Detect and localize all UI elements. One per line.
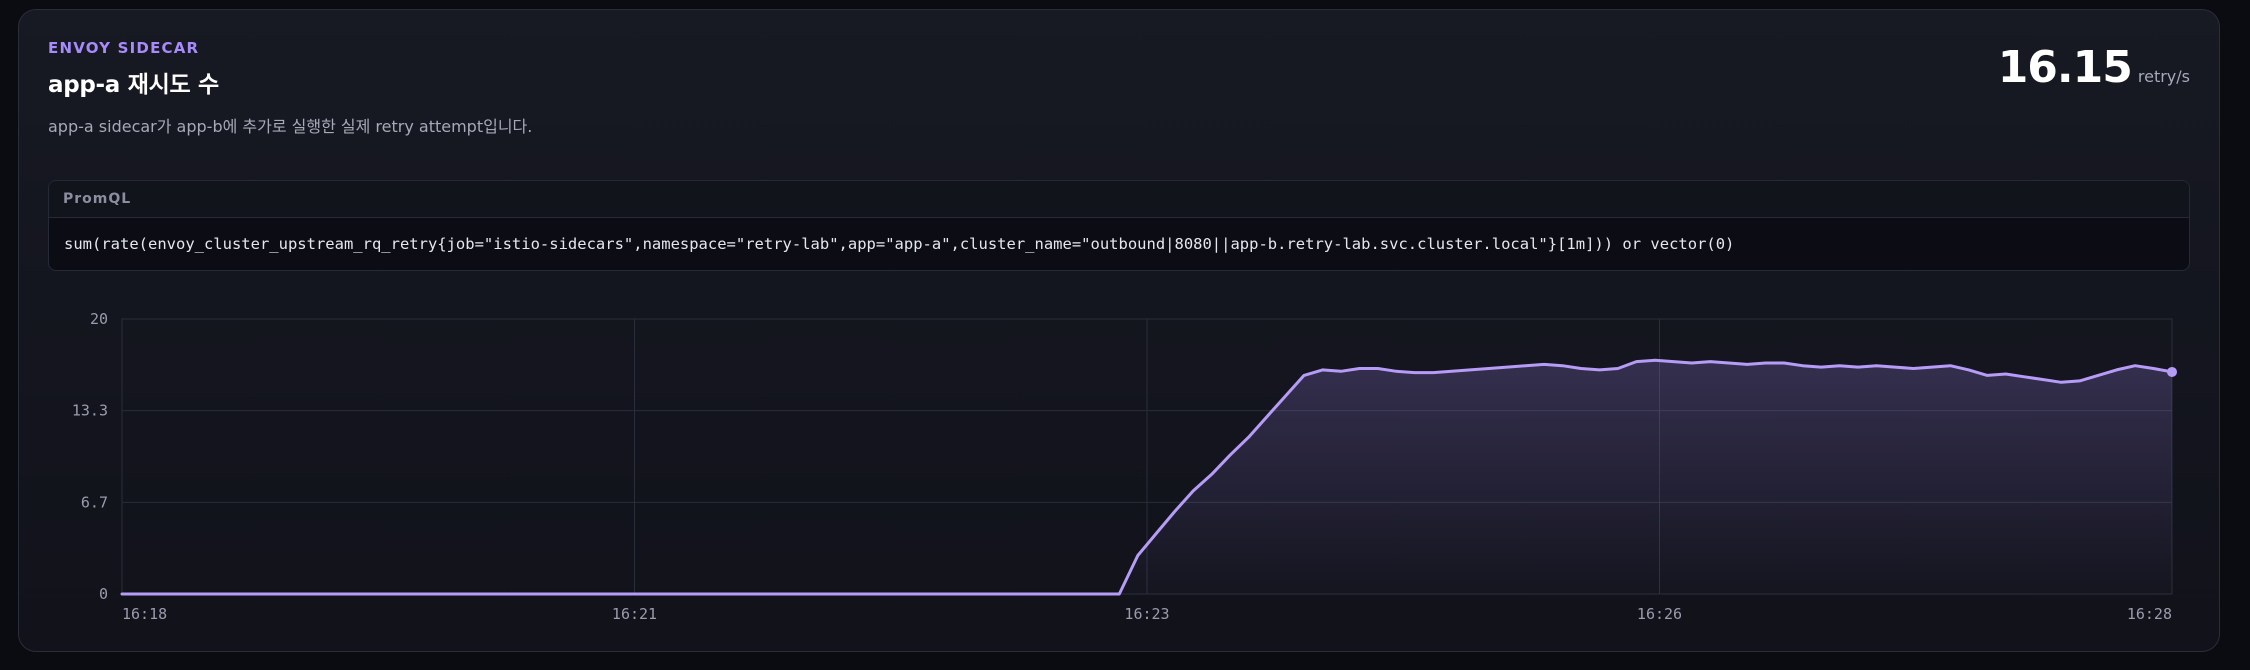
current-metric: 16.15 retry/s [1998, 42, 2190, 93]
panel-title: app-a 재시도 수 [48, 72, 219, 98]
promql-label: PromQL [49, 181, 2189, 218]
y-tick-label: 0 [99, 585, 108, 603]
promql-expression[interactable]: sum(rate(envoy_cluster_upstream_rq_retry… [49, 218, 2189, 270]
metric-value: 16.15 [1997, 42, 2133, 93]
x-tick-label: 16:18 [122, 605, 167, 623]
panel-category: ENVOY SIDECAR [48, 39, 200, 57]
metric-unit: retry/s [2137, 67, 2190, 86]
x-tick-label: 16:26 [1637, 605, 1682, 623]
y-tick-label: 6.7 [81, 493, 108, 511]
x-tick-label: 16:23 [1124, 605, 1169, 623]
retry-panel-card: ENVOY SIDECAR app-a 재시도 수 app-a sidecar가… [18, 9, 2220, 652]
panel-description: app-a sidecar가 app-b에 추가로 실행한 실제 retry a… [48, 117, 533, 136]
promql-query-box: PromQL sum(rate(envoy_cluster_upstream_r… [48, 180, 2190, 271]
x-tick-label: 16:28 [2127, 605, 2172, 623]
retry-rate-chart: 20 13.3 6.7 0 16:18 16:21 16:23 16:26 16:28 [72, 310, 2177, 623]
y-tick-label: 13.3 [72, 402, 108, 420]
series-last-point [2167, 366, 2177, 377]
x-tick-label: 16:21 [612, 605, 657, 623]
y-tick-label: 20 [90, 310, 108, 328]
